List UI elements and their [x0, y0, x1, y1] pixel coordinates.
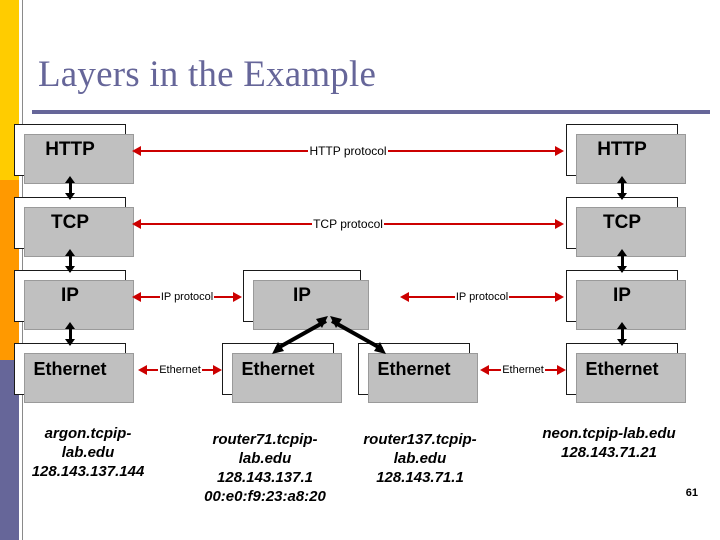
- protocol-arrow-tcp: TCP protocol: [132, 217, 564, 231]
- caption-router137: router137.tcpip- lab.edu 128.143.71.1: [345, 430, 495, 487]
- arrowhead-right-icon: [555, 219, 564, 229]
- protocol-arrow-ip-left: IP protocol: [132, 290, 243, 304]
- arrowhead-right-icon: [213, 365, 222, 375]
- layer-label: HTTP: [597, 139, 647, 160]
- layer-box-right-http: HTTP: [566, 124, 686, 184]
- caption-ip: 128.143.137.144: [31, 463, 145, 480]
- caption-router71: router71.tcpip- lab.edu 128.143.137.1 00…: [182, 430, 348, 506]
- layer-box-left-http: HTTP: [14, 124, 134, 184]
- layer-box-right-ip: IP: [566, 270, 686, 330]
- layer-box-router-ip: IP: [243, 270, 369, 330]
- caption-neon: neon.tcpip-lab.edu 128.143.71.21: [512, 424, 706, 462]
- interlayer-arrow-right-tcp-ip: [616, 249, 628, 273]
- caption-host-line2: lab.edu: [238, 450, 292, 467]
- protocol-label: IP protocol: [159, 291, 215, 303]
- caption-host-line2: lab.edu: [393, 450, 447, 467]
- protocol-label: HTTP protocol: [308, 144, 388, 158]
- slide-title: Layers in the Example: [38, 54, 377, 95]
- caption-host-line1: argon.tcpip-: [44, 425, 132, 442]
- layer-box-right-tcp: TCP: [566, 197, 686, 257]
- layer-box-left-tcp: TCP: [14, 197, 134, 257]
- interlayer-arrow-left-http-tcp: [64, 176, 76, 200]
- interlayer-arrow-right-ip-ethernet: [616, 322, 628, 346]
- interlayer-arrow-left-ip-ethernet: [64, 322, 76, 346]
- layer-label: Ethernet: [585, 358, 659, 379]
- caption-host-line1: router71.tcpip-: [212, 431, 318, 448]
- arrowhead-right-icon: [557, 365, 566, 375]
- caption-host-line2: lab.edu: [61, 444, 115, 461]
- arrowhead-left-icon: [132, 146, 141, 156]
- protocol-label: TCP protocol: [312, 217, 384, 231]
- protocol-label: Ethernet: [501, 364, 545, 376]
- protocol-arrow-http: HTTP protocol: [132, 144, 565, 158]
- layer-label: IP: [61, 285, 79, 306]
- layer-label: Ethernet: [33, 358, 107, 379]
- caption-mac: 00:e0:f9:23:a8:20: [204, 488, 326, 505]
- arrowhead-left-icon: [132, 292, 141, 302]
- interlayer-arrow-right-http-tcp: [616, 176, 628, 200]
- interlayer-arrow-left-tcp-ip: [64, 249, 76, 273]
- caption-ip: 128.143.71.21: [561, 444, 657, 461]
- layer-label: HTTP: [45, 139, 95, 160]
- caption-argon: argon.tcpip- lab.edu 128.143.137.144: [8, 424, 168, 481]
- layer-label: Ethernet: [377, 358, 451, 379]
- layer-label: IP: [613, 285, 631, 306]
- layer-label: Ethernet: [241, 358, 315, 379]
- layer-label: TCP: [603, 212, 641, 233]
- router-diagonal-arrow-right: [330, 316, 386, 354]
- protocol-label: IP protocol: [454, 291, 510, 303]
- protocol-arrow-ethernet-right: Ethernet: [480, 363, 566, 377]
- layer-box-left-ethernet: Ethernet: [14, 343, 134, 403]
- title-underline: [32, 110, 710, 114]
- page-number: 61: [685, 487, 698, 499]
- protocol-label: Ethernet: [158, 364, 202, 376]
- caption-ip: 128.143.137.1: [217, 469, 313, 486]
- layer-label: TCP: [51, 212, 89, 233]
- arrowhead-left-icon: [138, 365, 147, 375]
- layer-box-left-ip: IP: [14, 270, 134, 330]
- layer-label: IP: [293, 285, 311, 306]
- arrowhead-right-icon: [555, 146, 565, 156]
- arrowhead-left-icon: [132, 219, 141, 229]
- protocol-arrow-ip-right: IP protocol: [400, 290, 565, 304]
- arrowhead-right-icon: [233, 292, 243, 302]
- caption-ip: 128.143.71.1: [376, 469, 464, 486]
- caption-host-line1: router137.tcpip-: [363, 431, 477, 448]
- protocol-arrow-ethernet-left: Ethernet: [138, 363, 222, 377]
- router-diagonal-arrow-left: [272, 316, 328, 354]
- caption-host-line1: neon.tcpip-lab.edu: [542, 425, 676, 442]
- arrowhead-right-icon: [555, 292, 565, 302]
- arrowhead-left-icon: [400, 292, 409, 302]
- arrowhead-left-icon: [480, 365, 489, 375]
- layer-box-right-ethernet: Ethernet: [566, 343, 686, 403]
